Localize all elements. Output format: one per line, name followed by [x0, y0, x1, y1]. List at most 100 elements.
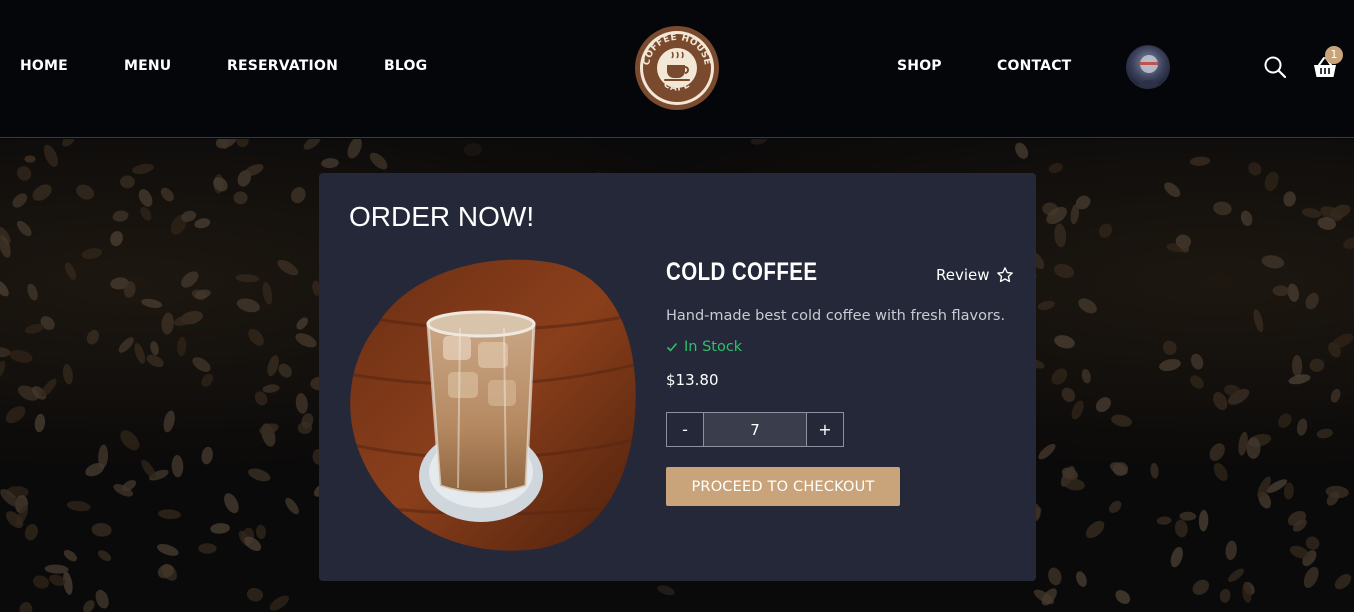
- coffee-bean: [1085, 520, 1105, 539]
- coffee-bean: [1156, 516, 1172, 525]
- coffee-bean: [1191, 353, 1204, 370]
- coffee-bean: [1343, 237, 1354, 249]
- coffee-bean: [1305, 536, 1320, 550]
- coffee-bean: [1061, 387, 1076, 402]
- coffee-bean: [1228, 568, 1244, 582]
- coffee-bean: [1158, 358, 1181, 372]
- nav-reservation[interactable]: RESERVATION: [227, 58, 338, 74]
- coffee-house-logo[interactable]: COFFEE HOUSE CAFE: [634, 25, 720, 111]
- coffee-bean: [140, 206, 152, 221]
- coffee-bean: [248, 468, 271, 482]
- coffee-bean: [0, 347, 11, 358]
- coffee-bean: [63, 549, 77, 562]
- coffee-bean: [1190, 375, 1204, 389]
- coffee-bean: [32, 184, 52, 201]
- quantity-input[interactable]: [704, 413, 806, 446]
- coffee-bean: [235, 274, 260, 283]
- coffee-bean: [198, 543, 217, 554]
- review-link[interactable]: Review: [936, 266, 1014, 284]
- coffee-bean: [5, 406, 26, 424]
- coffee-bean: [1150, 462, 1159, 479]
- quantity-decrease-button[interactable]: -: [667, 413, 704, 446]
- coffee-bean: [1037, 300, 1056, 310]
- coffee-bean: [12, 193, 28, 208]
- coffee-bean: [192, 357, 211, 372]
- coffee-bean: [9, 349, 33, 363]
- coffee-bean: [1213, 201, 1232, 216]
- quantity-stepper: - +: [666, 412, 844, 447]
- coffee-bean: [246, 587, 264, 602]
- coffee-bean: [1296, 418, 1308, 436]
- coffee-bean: [1291, 355, 1303, 377]
- coffee-bean: [248, 328, 264, 346]
- coffee-bean: [285, 497, 299, 515]
- coffee-bean: [1261, 255, 1285, 269]
- coffee-bean: [347, 139, 362, 159]
- coffee-bean: [303, 139, 321, 150]
- coffee-bean: [141, 298, 163, 308]
- quantity-increase-button[interactable]: +: [806, 413, 843, 446]
- coffee-bean: [1174, 519, 1188, 538]
- coffee-bean: [657, 585, 675, 596]
- coffee-bean: [1098, 223, 1113, 238]
- coffee-bean: [0, 279, 9, 297]
- coffee-bean: [1015, 142, 1029, 159]
- nav-menu[interactable]: MENU: [124, 58, 171, 74]
- coffee-bean: [43, 144, 58, 167]
- coffee-bean: [131, 163, 154, 174]
- coffee-bean: [1071, 400, 1084, 420]
- coffee-bean: [27, 283, 38, 301]
- coffee-bean: [1316, 428, 1333, 439]
- product-description: Hand-made best cold coffee with fresh fl…: [666, 308, 1006, 324]
- user-avatar[interactable]: [1126, 45, 1170, 89]
- coffee-bean: [1309, 358, 1325, 373]
- coffee-bean: [171, 455, 184, 478]
- nav-contact[interactable]: CONTACT: [997, 58, 1071, 74]
- check-icon: [666, 342, 678, 352]
- coffee-bean: [1198, 509, 1209, 532]
- coffee-bean: [1305, 292, 1319, 310]
- coffee-bean: [1109, 500, 1122, 514]
- coffee-bean: [277, 259, 299, 276]
- coffee-bean: [1115, 590, 1131, 604]
- search-icon[interactable]: [1263, 55, 1287, 79]
- coffee-bean: [1179, 511, 1197, 521]
- coffee-bean: [16, 220, 32, 237]
- stock-status: In Stock: [666, 339, 742, 355]
- coffee-bean: [83, 600, 95, 612]
- coffee-bean: [16, 166, 32, 181]
- proceed-to-checkout-button[interactable]: PROCEED TO CHECKOUT: [666, 467, 900, 506]
- coffee-bean: [1051, 368, 1068, 385]
- stock-label: In Stock: [684, 339, 743, 355]
- coffee-bean: [291, 187, 306, 204]
- coffee-bean: [181, 271, 199, 288]
- coffee-bean: [110, 231, 123, 247]
- cart-count-badge: 1: [1325, 46, 1343, 64]
- coffee-bean: [177, 336, 187, 357]
- coffee-bean: [295, 393, 308, 414]
- nav-blog[interactable]: BLOG: [384, 58, 427, 74]
- review-label: Review: [936, 266, 990, 284]
- coffee-bean: [24, 523, 38, 541]
- coffee-bean: [1054, 335, 1075, 349]
- coffee-bean: [224, 493, 239, 514]
- coffee-bean: [269, 595, 290, 611]
- coffee-bean: [1095, 397, 1111, 413]
- coffee-bean: [1076, 571, 1087, 587]
- coffee-bean: [1278, 413, 1292, 428]
- nav-home[interactable]: HOME: [20, 58, 68, 74]
- coffee-bean: [160, 187, 174, 202]
- coffee-bean: [1164, 182, 1181, 198]
- coffee-bean: [19, 602, 33, 612]
- coffee-bean: [1192, 579, 1210, 595]
- coffee-bean: [66, 500, 91, 512]
- coffee-bean: [1301, 208, 1322, 218]
- coffee-bean: [112, 210, 129, 222]
- coffee-bean: [194, 218, 211, 229]
- coffee-bean: [97, 550, 112, 562]
- nav-shop[interactable]: SHOP: [897, 58, 942, 74]
- coffee-bean: [1253, 309, 1264, 332]
- coffee-bean: [64, 262, 77, 280]
- coffee-bean: [295, 333, 317, 348]
- coffee-bean: [62, 363, 73, 385]
